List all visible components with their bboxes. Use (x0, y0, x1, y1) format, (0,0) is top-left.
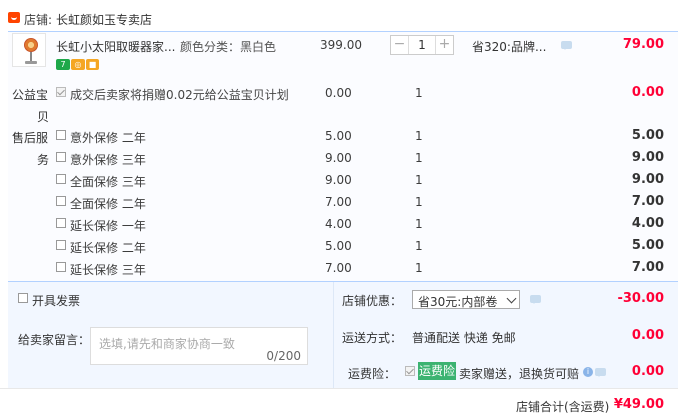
shipping-label: 运送方式： (342, 331, 403, 345)
service-option-price: 7.00 (325, 261, 352, 275)
service-option-checkbox[interactable] (56, 240, 66, 250)
shop-name-link[interactable]: 长虹颜如玉专卖店 (56, 11, 152, 28)
seven-day-return-icon: 7 (56, 59, 70, 70)
service-option-name: 全面保修 二年 (70, 197, 146, 211)
info-icon[interactable]: i (583, 367, 593, 377)
shop-total-bar: 店铺合计(含运费) ¥49.00 (0, 388, 678, 420)
service-option-price: 9.00 (325, 151, 352, 165)
chat-icon[interactable] (530, 295, 541, 304)
quantity-input[interactable]: 1 (409, 36, 435, 54)
service-option-name: 延长保修 一年 (70, 219, 146, 233)
service-option-checkbox[interactable] (56, 152, 66, 162)
message-textarea[interactable]: 选填,请先和商家协商一致 0/200 (90, 327, 308, 365)
service-option-qty: 1 (415, 173, 423, 187)
service-option-price: 4.00 (325, 217, 352, 231)
service-badge-icon: ◎ (71, 59, 85, 70)
quantity-plus-button[interactable]: + (435, 36, 453, 54)
service-option-checkbox[interactable] (56, 130, 66, 140)
charity-checkbox[interactable] (56, 87, 66, 97)
shop-discount-label: 店铺优惠： (342, 294, 403, 308)
chevron-down-icon (506, 293, 517, 304)
heater-base (25, 61, 37, 64)
service-option-subtotal: 5.00 (631, 238, 664, 253)
freight-insurance-text: 卖家赠送，退换货可赔 (459, 367, 580, 381)
panel-divider (333, 282, 334, 388)
shop-discount-amount: -30.00 (617, 291, 664, 306)
service-option-subtotal: 7.00 (631, 260, 664, 275)
service-option-price: 7.00 (325, 195, 352, 209)
charity-label-line2: 贝 (37, 110, 50, 124)
service-option-qty: 1 (415, 217, 423, 231)
service-option-qty: 1 (415, 195, 423, 209)
product-subtotal: 79.00 (622, 37, 664, 52)
service-option-qty: 1 (415, 151, 423, 165)
service-option-name: 延长保修 二年 (70, 241, 146, 255)
shop-discount-select[interactable]: 省30元:内部卷 (412, 290, 520, 309)
quantity-stepper: − 1 + (390, 35, 454, 55)
charity-text: 成交后卖家将捐赠0.02元给公益宝贝计划 (70, 88, 289, 102)
service-option-price: 5.00 (325, 129, 352, 143)
shop-icon (8, 12, 20, 23)
freight-insurance-checkbox[interactable] (405, 366, 415, 376)
freight-insurance-label: 运费险： (348, 367, 397, 381)
service-option-name: 意外保修 二年 (70, 131, 146, 145)
shop-total-amount: ¥49.00 (613, 397, 664, 412)
shop-label: 店铺: (24, 13, 53, 27)
service-option-qty: 1 (415, 129, 423, 143)
service-option-price: 9.00 (325, 173, 352, 187)
invoice-label: 开具发票 (32, 294, 81, 308)
product-price: 399.00 (320, 38, 362, 52)
charity-label-line1: 公益宝 (12, 88, 49, 102)
message-counter: 0/200 (266, 349, 301, 363)
service-label-line2: 务 (37, 153, 50, 167)
shipping-amount: 0.00 (631, 328, 664, 343)
promotion-info[interactable]: 省320:品牌... (472, 38, 546, 55)
freight-insurance-tag: 运费险 (418, 362, 456, 380)
service-option-qty: 1 (415, 261, 423, 275)
shop-discount-selected: 省30元:内部卷 (418, 295, 498, 309)
service-option-subtotal: 4.00 (631, 216, 664, 231)
product-thumbnail[interactable] (12, 33, 46, 67)
service-label-line1: 售后服 (12, 131, 49, 145)
service-option-price: 5.00 (325, 239, 352, 253)
service-option-checkbox[interactable] (56, 196, 66, 206)
chat-icon[interactable] (561, 41, 572, 50)
charity-price: 0.00 (325, 86, 352, 100)
product-sku: 颜色分类：黑白色 (180, 40, 277, 54)
freight-insurance-amount: 0.00 (631, 364, 664, 379)
charity-qty: 1 (415, 86, 423, 100)
service-option-name: 意外保修 三年 (70, 153, 146, 167)
service-option-checkbox[interactable] (56, 262, 66, 272)
invoice-checkbox[interactable] (18, 293, 28, 303)
charity-subtotal: 0.00 (631, 85, 664, 100)
service-option-subtotal: 5.00 (631, 128, 664, 143)
chat-icon[interactable] (595, 368, 606, 377)
card-payment-icon: ■ (86, 59, 99, 70)
message-placeholder: 选填,请先和商家协商一致 (99, 337, 235, 351)
shop-header: 店铺: 长虹颜如玉专卖店 (0, 0, 678, 30)
service-option-name: 延长保修 三年 (70, 263, 146, 277)
heater-image (24, 38, 38, 52)
product-title-link[interactable]: 长虹小太阳取暖器家... (56, 38, 175, 55)
service-option-subtotal: 7.00 (631, 194, 664, 209)
service-option-name: 全面保修 三年 (70, 175, 146, 189)
quantity-minus-button[interactable]: − (391, 36, 409, 54)
service-option-checkbox[interactable] (56, 218, 66, 228)
shipping-method: 普通配送 快递 免邮 (412, 331, 516, 345)
message-label: 给卖家留言： (18, 333, 91, 347)
service-option-qty: 1 (415, 239, 423, 253)
service-option-subtotal: 9.00 (631, 150, 664, 165)
shop-total-label: 店铺合计(含运费) (516, 400, 610, 414)
service-option-subtotal: 9.00 (631, 172, 664, 187)
service-option-checkbox[interactable] (56, 174, 66, 184)
